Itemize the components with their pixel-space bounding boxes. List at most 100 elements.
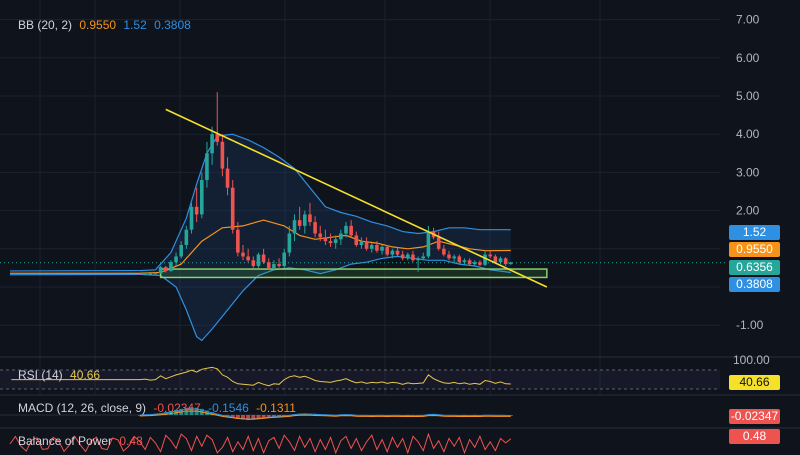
rsi-badge: 40.66 <box>729 375 780 390</box>
rsi-legend[interactable]: RSI (14) 40.66 <box>18 368 100 382</box>
price-axis-tick: 7.00 <box>736 13 760 27</box>
candle-body <box>339 233 343 240</box>
last-price-badge: 0.6356 <box>729 260 780 275</box>
bb-legend-upper: 1.52 <box>123 18 147 32</box>
candle-body <box>354 235 359 245</box>
candle-body <box>287 233 292 253</box>
candle-body <box>179 244 183 257</box>
upper-band-badge: 1.52 <box>729 225 780 240</box>
candle-body <box>498 258 503 263</box>
candle-body <box>436 237 441 249</box>
lower-band-badge: 0.3808 <box>729 277 780 292</box>
candle-body <box>205 153 209 181</box>
candle-body <box>375 244 379 251</box>
candle-body <box>442 248 446 255</box>
candle-body <box>503 258 508 265</box>
candle-body <box>313 222 317 234</box>
candle-body <box>174 256 178 263</box>
bb-legend-lower: 0.3808 <box>154 18 191 32</box>
bop-legend-value: 0.48 <box>119 434 143 448</box>
candle-body <box>323 237 328 242</box>
basis-badge: 0.9550 <box>729 242 780 257</box>
candle-body <box>272 264 276 268</box>
candle-body <box>189 206 194 230</box>
price-axis-tick: 6.00 <box>736 51 760 65</box>
price-axis-tick: -1.00 <box>736 318 764 332</box>
rsi-axis-tick: 100.00 <box>733 353 770 367</box>
chart-canvas[interactable]: 7.006.005.004.003.002.000-1.00100.00 <box>0 0 800 455</box>
rsi-legend-name: RSI (14) <box>18 368 63 382</box>
candle-body <box>163 267 168 271</box>
macd-legend[interactable]: MACD (12, 26, close, 9) -0.02347 -0.1546… <box>18 401 296 415</box>
macd-legend-name: MACD (12, 26, close, 9) <box>18 401 147 415</box>
candle-body <box>261 254 266 263</box>
candle-body <box>421 256 426 259</box>
candle-body <box>452 256 456 259</box>
bollinger-bands <box>0 133 728 342</box>
candle-body <box>467 260 472 265</box>
candle-body <box>236 229 240 253</box>
candle-body <box>266 262 271 268</box>
candle-body <box>225 168 230 188</box>
candle-body <box>488 254 492 257</box>
candle-body <box>318 233 323 238</box>
candle-body <box>395 250 400 255</box>
bop-legend-name: Balance of Power <box>18 434 113 448</box>
support-zone <box>159 268 548 279</box>
candle-body <box>292 220 297 234</box>
macd-badge: -0.02347 <box>729 409 780 424</box>
bop-legend[interactable]: Balance of Power 0.48 <box>18 434 143 448</box>
candle-body <box>333 239 338 244</box>
candle-body <box>297 220 302 226</box>
rsi-pane <box>0 366 720 390</box>
candle-body <box>210 134 214 154</box>
candle-body <box>457 256 462 263</box>
grid-lines <box>0 0 800 429</box>
candle-body <box>251 260 256 266</box>
candle-body <box>369 244 374 249</box>
candle-body <box>411 254 415 261</box>
macd-legend-v1: -0.02347 <box>153 401 201 415</box>
candle-body <box>138 273 142 275</box>
candle-body <box>478 262 482 265</box>
candle-body <box>241 252 245 257</box>
candle-body <box>184 229 189 245</box>
candle-body <box>385 246 389 255</box>
candle-body <box>462 260 467 263</box>
candle-body <box>308 214 312 223</box>
candle-body <box>246 256 250 261</box>
candle-body <box>169 262 173 271</box>
candle-body <box>380 246 384 251</box>
candle-body <box>277 264 281 266</box>
candle-body <box>390 250 395 255</box>
price-axis-tick: 5.00 <box>736 89 760 103</box>
bb-legend[interactable]: BB (20, 2) 0.9550 1.52 0.3808 <box>18 18 191 32</box>
candle-body <box>303 214 307 226</box>
candle-body <box>344 225 348 234</box>
candle-body <box>447 254 451 259</box>
rsi-legend-value: 40.66 <box>70 368 101 382</box>
candle-body <box>406 254 410 259</box>
candle-body <box>282 252 286 266</box>
candle-body <box>153 273 158 275</box>
candle-body <box>472 262 477 265</box>
candle-body <box>215 134 220 142</box>
price-axis[interactable]: 7.006.005.004.003.002.000-1.00100.00 <box>733 13 770 367</box>
candle-body <box>143 274 147 276</box>
candle-body <box>400 254 405 259</box>
bb-legend-name: BB (20, 2) <box>18 18 73 32</box>
candle-body <box>364 241 369 249</box>
candle-body <box>426 231 431 257</box>
price-axis-tick: 3.00 <box>736 165 760 179</box>
candle-body <box>220 141 225 169</box>
candle-body <box>483 254 487 265</box>
candle-body <box>230 187 235 230</box>
candle-body <box>328 241 333 244</box>
bop-badge: 0.48 <box>729 429 780 444</box>
candle-body <box>148 273 153 275</box>
candle-body <box>349 225 353 236</box>
candle-body <box>200 180 204 215</box>
macd-legend-v2: -0.1546 <box>208 401 249 415</box>
candle-body <box>359 241 364 245</box>
candle-body <box>493 256 498 263</box>
